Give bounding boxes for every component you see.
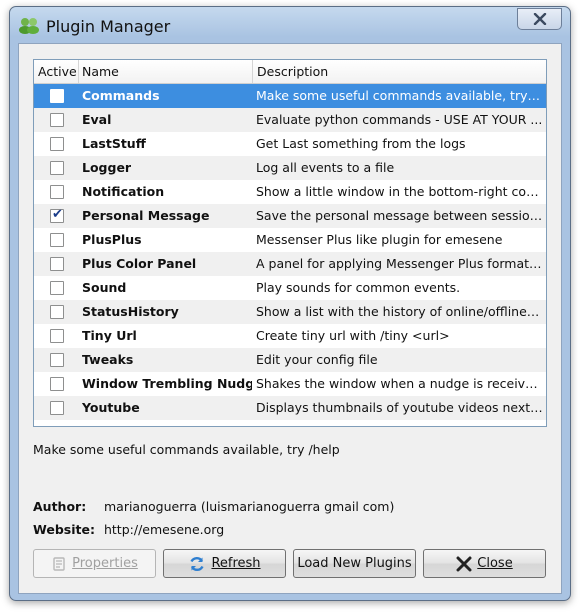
plugin-description: Create tiny url with /tiny <url> <box>256 328 450 343</box>
window-close-button[interactable] <box>517 8 562 30</box>
plugin-active-checkbox[interactable] <box>50 257 64 271</box>
close-icon <box>533 13 546 25</box>
plugin-name: Tiny Url <box>82 328 137 343</box>
plugin-description: Show a list with the history of online/o… <box>256 304 543 319</box>
plugin-description: Messenser Plus like plugin for emesene <box>256 232 503 247</box>
plugin-name: Personal Message <box>82 208 210 223</box>
website-row: Website: http://emesene.org <box>33 522 224 537</box>
plugin-active-checkbox[interactable] <box>50 161 64 175</box>
plugin-description: Displays thumbnails of youtube videos ne… <box>256 400 543 415</box>
checkmark-icon: ✔ <box>52 207 63 222</box>
plugin-active-checkbox[interactable]: ✔ <box>50 207 64 223</box>
plugin-active-checkbox[interactable] <box>50 353 64 367</box>
plugin-active-checkbox[interactable] <box>50 89 64 103</box>
properties-icon <box>53 556 65 571</box>
plugin-row[interactable]: Logger Log all events to a file <box>34 156 546 180</box>
author-value: marianoguerra (luismarianoguerra gmail c… <box>103 499 395 514</box>
plugin-description: A panel for applying Messenger Plus form… <box>256 256 543 271</box>
plugin-row[interactable]: Sound Play sounds for common events. <box>34 276 546 300</box>
plugin-name: Youtube <box>82 400 140 415</box>
load-new-plugins-label: Load New Plugins <box>297 556 412 571</box>
plugin-name: StatusHistory <box>82 304 179 319</box>
plugin-name: Notification <box>82 184 165 199</box>
plugin-active-checkbox[interactable] <box>50 113 64 127</box>
website-value: http://emesene.org <box>103 522 225 537</box>
load-new-plugins-button[interactable]: Load New Plugins <box>293 549 416 578</box>
column-header-name[interactable]: Name <box>78 60 253 83</box>
plugin-description: Evaluate python commands - USE AT YOUR .… <box>256 112 543 127</box>
refresh-label: Refresh <box>211 556 261 571</box>
plugin-active-checkbox[interactable] <box>50 377 64 391</box>
plugin-description: Shakes the window when a nudge is receiv… <box>256 376 543 391</box>
plugin-description: Make some useful commands available, try… <box>256 88 543 103</box>
properties-button[interactable]: Properties <box>33 549 156 578</box>
plugin-list[interactable]: Active Name Description Commands Make som… <box>33 59 547 427</box>
plugin-name: Window Trembling Nudge <box>82 376 252 391</box>
plugin-row[interactable]: LastStuff Get Last something from the log… <box>34 132 546 156</box>
plugin-name: Plus Color Panel <box>82 256 197 271</box>
column-header-active[interactable]: Active <box>34 60 79 83</box>
plugin-description: Save the personal message between sessio… <box>256 208 543 223</box>
plugin-description: Get Last something from the logs <box>256 136 466 151</box>
plugin-list-header: Active Name Description <box>34 60 546 84</box>
plugin-description: Play sounds for common events. <box>256 280 461 295</box>
selected-plugin-description: Make some useful commands available, try… <box>33 442 340 457</box>
plugin-row[interactable]: ✔ Personal Message Save the personal messa… <box>34 204 546 228</box>
plugin-name: Commands <box>82 88 160 103</box>
plugin-row[interactable]: Window Trembling Nudge Shakes the window … <box>34 372 546 396</box>
properties-label: Properties <box>72 556 138 571</box>
plugin-name: Eval <box>82 112 112 127</box>
plugin-active-checkbox[interactable] <box>50 305 64 319</box>
plugin-row[interactable]: Commands Make some useful commands availa… <box>34 84 546 108</box>
plugin-row[interactable]: Youtube Displays thumbnails of youtube vi… <box>34 396 546 420</box>
window-title: Plugin Manager <box>46 17 171 36</box>
plugin-row[interactable]: Eval Evaluate python commands - USE AT YO… <box>34 108 546 132</box>
plugin-active-checkbox[interactable] <box>50 281 64 295</box>
title-bar[interactable]: Plugin Manager <box>10 7 570 41</box>
emesene-app-icon <box>19 18 39 34</box>
plugin-row[interactable]: Tiny Url Create tiny url with /tiny <url> <box>34 324 546 348</box>
window-client-area: Active Name Description Commands Make som… <box>18 43 562 594</box>
refresh-button[interactable]: Refresh <box>163 549 286 578</box>
close-icon <box>456 556 472 571</box>
close-label: Close <box>477 556 513 571</box>
plugin-description: Show a little window in the bottom-right… <box>256 184 543 199</box>
close-button[interactable]: Close <box>423 549 546 578</box>
plugin-row[interactable]: Tweaks Edit your config file <box>34 348 546 372</box>
plugin-active-checkbox[interactable] <box>50 401 64 415</box>
plugin-name: Tweaks <box>82 352 134 367</box>
plugin-active-checkbox[interactable] <box>50 185 64 199</box>
plugin-manager-window: Plugin Manager Active Name Description C… <box>9 6 571 601</box>
plugin-name: Sound <box>82 280 127 295</box>
plugin-active-checkbox[interactable] <box>50 137 64 151</box>
website-label: Website: <box>33 522 95 537</box>
plugin-description: Log all events to a file <box>256 160 395 175</box>
plugin-row[interactable]: Notification Show a little window in the … <box>34 180 546 204</box>
refresh-icon <box>190 556 205 571</box>
plugin-row[interactable]: StatusHistory Show a list with the histor… <box>34 300 546 324</box>
plugin-active-checkbox[interactable] <box>50 233 64 247</box>
plugin-row[interactable]: Plus Color Panel A panel for applying Mes… <box>34 252 546 276</box>
plugin-name: PlusPlus <box>82 232 142 247</box>
plugin-description: Edit your config file <box>256 352 378 367</box>
plugin-name: LastStuff <box>82 136 146 151</box>
author-label: Author: <box>33 499 87 514</box>
author-row: Author: marianoguerra (luismarianoguerra… <box>33 499 394 514</box>
column-header-description[interactable]: Description <box>253 60 546 83</box>
plugin-active-checkbox[interactable] <box>50 329 64 343</box>
plugin-row[interactable]: PlusPlus Messenser Plus like plugin for e… <box>34 228 546 252</box>
plugin-name: Logger <box>82 160 132 175</box>
